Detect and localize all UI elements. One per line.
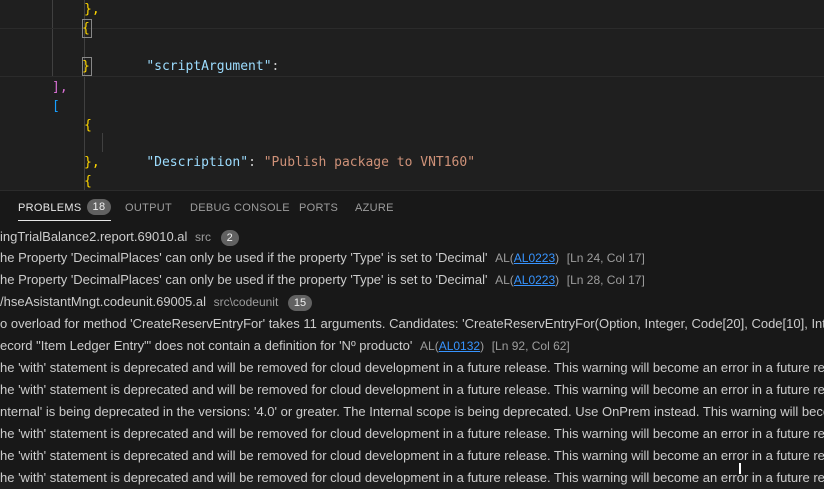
tab-label: PROBLEMS: [18, 202, 82, 214]
problem-location: [Ln 28, Col 17]: [566, 273, 645, 287]
problems-count-badge: 18: [86, 199, 112, 216]
code-line-bracket-highlight: }: [82, 57, 92, 76]
indent-guide: [102, 133, 103, 152]
problem-message: nternal' is being deprecated in the vers…: [0, 404, 824, 419]
problem-message: he 'with' statement is deprecated and wi…: [0, 470, 824, 485]
problem-row[interactable]: he 'with' statement is deprecated and wi…: [0, 423, 824, 445]
bottom-panel: PROBLEMS 18 OUTPUT DEBUG CONSOLE PORTS AZ…: [0, 190, 824, 485]
mouse-cursor: [739, 463, 741, 474]
code-line-bracket-highlight: {: [82, 19, 92, 38]
file-problem-count: 15: [287, 295, 313, 311]
problem-row[interactable]: he 'with' statement is deprecated and wi…: [0, 379, 824, 401]
file-name: ingTrialBalance2.report.69010.al: [0, 229, 188, 244]
problem-file-row[interactable]: ingTrialBalance2.report.69010.al src 2: [0, 226, 239, 248]
code-line: "Description": "Publish package to VNT16…: [115, 134, 475, 170]
file-path: src: [195, 230, 212, 244]
code-line: },: [84, 2, 100, 17]
problem-location: [Ln 24, Col 17]: [566, 251, 645, 265]
tab-debug-console[interactable]: DEBUG CONSOLE: [190, 191, 290, 226]
code-line: {: [84, 174, 92, 189]
problem-code-link[interactable]: AL0223: [514, 273, 555, 287]
problem-row[interactable]: o overload for method 'CreateReservEntry…: [0, 313, 824, 335]
file-problem-count: 2: [220, 230, 239, 246]
problem-row[interactable]: he 'with' statement is deprecated and wi…: [0, 467, 824, 489]
problem-code-link[interactable]: AL0223: [514, 251, 555, 265]
problem-code-link[interactable]: AL0132: [439, 339, 480, 353]
code-line: ],: [52, 80, 68, 95]
tab-problems[interactable]: PROBLEMS 18: [18, 191, 112, 226]
problem-location: [Ln 92, Col 62]: [491, 339, 570, 353]
problem-message: he 'with' statement is deprecated and wi…: [0, 382, 824, 397]
code-editor[interactable]: }, { "scriptArgument": } ], [ { "Descrip…: [0, 0, 824, 190]
indent-guide: [52, 0, 53, 76]
code-line: {: [84, 118, 92, 133]
code-line: },: [84, 155, 100, 170]
problem-row[interactable]: nternal' is being deprecated in the vers…: [0, 401, 824, 423]
file-name: /hseAsistantMngt.codeunit.69005.al: [0, 294, 206, 309]
code-line: "scriptArgument":: [115, 38, 279, 74]
problem-row[interactable]: he Property 'DecimalPlaces' can only be …: [0, 247, 645, 269]
problem-message: o overload for method 'CreateReservEntry…: [0, 316, 824, 331]
problem-row[interactable]: he 'with' statement is deprecated and wi…: [0, 445, 824, 467]
json-colon: :: [248, 155, 264, 170]
problem-message: he 'with' statement is deprecated and wi…: [0, 360, 824, 375]
tab-output[interactable]: OUTPUT: [125, 191, 172, 226]
file-path: src\codeunit: [213, 295, 279, 309]
tab-ports[interactable]: PORTS: [299, 191, 338, 226]
problem-source: AL(AL0223): [495, 251, 560, 265]
problem-message: he 'with' statement is deprecated and wi…: [0, 426, 824, 441]
tab-azure[interactable]: AZURE: [355, 191, 394, 226]
code-line: [: [52, 99, 60, 114]
json-key: "scriptArgument": [146, 59, 272, 74]
line-highlight: [0, 28, 824, 29]
problem-message: he Property 'DecimalPlaces' can only be …: [0, 250, 488, 265]
problem-message: ecord "Item Ledger Entry"' does not cont…: [0, 338, 413, 353]
panel-tabs: PROBLEMS 18 OUTPUT DEBUG CONSOLE PORTS AZ…: [0, 191, 824, 226]
problem-row[interactable]: ecord "Item Ledger Entry"' does not cont…: [0, 335, 570, 357]
problem-source: AL(AL0223): [495, 273, 560, 287]
problem-row[interactable]: he 'with' statement is deprecated and wi…: [0, 357, 824, 379]
problem-message: he Property 'DecimalPlaces' can only be …: [0, 272, 488, 287]
problem-message: he 'with' statement is deprecated and wi…: [0, 448, 824, 463]
problem-source: AL(AL0132): [420, 339, 485, 353]
json-key: "Description": [146, 155, 249, 170]
problem-file-row[interactable]: /hseAsistantMngt.codeunit.69005.al src\c…: [0, 291, 313, 313]
problem-row[interactable]: he Property 'DecimalPlaces' can only be …: [0, 269, 645, 291]
json-string: "Publish package to VNT160": [263, 155, 476, 170]
json-colon: :: [271, 59, 280, 74]
